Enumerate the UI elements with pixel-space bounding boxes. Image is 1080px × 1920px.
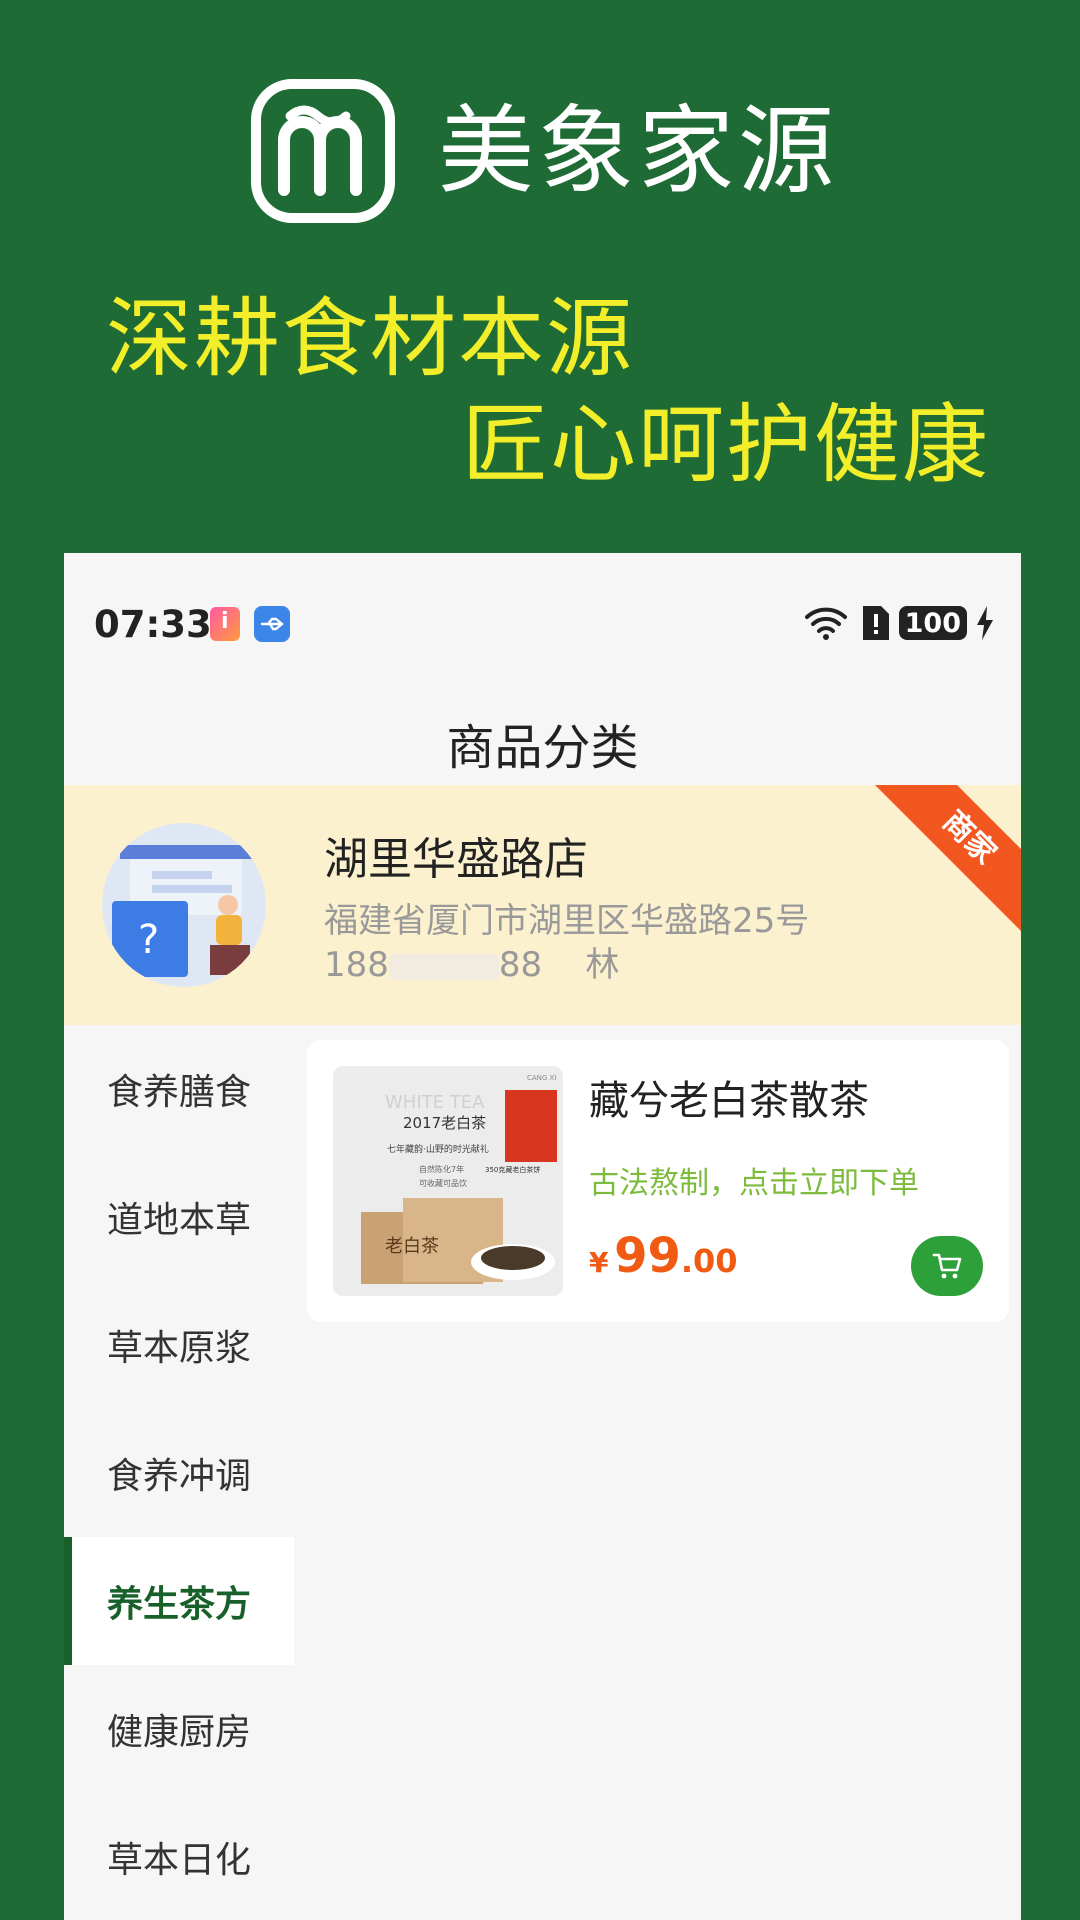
phone-screen: 07:33 100 商品分类 xyxy=(64,553,1021,1920)
category-item[interactable]: 食养膳食 xyxy=(64,1025,294,1153)
category-item[interactable]: 道地本草 xyxy=(64,1153,294,1281)
status-bar: 07:33 100 xyxy=(64,553,1021,693)
store-address: 福建省厦门市湖里区华盛路25号 xyxy=(324,901,810,941)
app-notification-icon xyxy=(210,607,240,641)
slogan-line-2: 匠心呵护健康 xyxy=(462,395,990,495)
category-item[interactable]: 食养冲调 xyxy=(64,1409,294,1537)
store-contact: 林 xyxy=(585,945,620,985)
charging-icon xyxy=(977,606,993,640)
phone-redacted xyxy=(388,953,499,980)
brand-logo-icon xyxy=(251,79,395,223)
store-placeholder-illustration: ? xyxy=(112,845,260,977)
product-card[interactable]: CANG XI WHITE TEA 2017老白茶 七年藏韵·山野的时光献礼 自… xyxy=(307,1040,1009,1322)
status-right-icons: 100 xyxy=(803,605,993,641)
product-price: ¥ 99.00 xyxy=(589,1228,738,1284)
price-integer: 99 xyxy=(614,1228,681,1284)
svg-text:WHITE TEA: WHITE TEA xyxy=(385,1092,485,1113)
battery-level: 100 xyxy=(898,606,967,640)
store-name: 湖里华盛路店 xyxy=(324,834,588,885)
svg-text:350克藏老白茶饼: 350克藏老白茶饼 xyxy=(485,1165,540,1174)
svg-text:?: ? xyxy=(138,917,159,963)
usb-icon xyxy=(254,606,290,642)
svg-text:2017老白茶: 2017老白茶 xyxy=(403,1114,486,1132)
svg-text:CANG XI: CANG XI xyxy=(527,1074,556,1082)
svg-text:自然陈化7年: 自然陈化7年 xyxy=(419,1164,464,1174)
brand-header: 美象家源 xyxy=(250,78,838,224)
merchant-badge: 商家 xyxy=(870,785,1021,937)
category-item-active[interactable]: 养生茶方 xyxy=(64,1537,294,1665)
svg-text:老白茶: 老白茶 xyxy=(385,1236,439,1257)
category-item[interactable]: 健康厨房 xyxy=(64,1665,294,1793)
alert-icon xyxy=(862,606,889,640)
cart-icon xyxy=(932,1253,962,1279)
svg-text:可收藏可品饮: 可收藏可品饮 xyxy=(419,1178,467,1188)
svg-text:七年藏韵·山野的时光献礼: 七年藏韵·山野的时光献礼 xyxy=(387,1143,489,1155)
add-to-cart-button[interactable] xyxy=(911,1236,983,1296)
phone-suffix: 88 xyxy=(498,945,543,985)
price-decimal: .00 xyxy=(680,1242,738,1280)
product-description: 古法熬制，点击立即下单 xyxy=(589,1166,919,1201)
category-item[interactable]: 草本原浆 xyxy=(64,1281,294,1409)
price-currency: ¥ xyxy=(589,1246,609,1279)
product-name[interactable]: 藏兮老白茶散茶 xyxy=(589,1068,869,1126)
phone-prefix: 188 xyxy=(324,945,389,985)
category-item[interactable]: 草本日化 xyxy=(64,1793,294,1920)
store-phone: 188 88 林 xyxy=(324,937,619,986)
category-sidebar: 食养膳食 道地本草 草本原浆 食养冲调 养生茶方 健康厨房 草本日化 xyxy=(64,1025,294,1920)
store-avatar: ? xyxy=(102,823,266,987)
wifi-icon xyxy=(804,607,847,640)
brand-name: 美象家源 xyxy=(438,95,838,207)
slogan-line-1: 深耕食材本源 xyxy=(106,289,634,389)
status-time: 07:33 xyxy=(94,603,212,646)
tea-package-illustration: CANG XI WHITE TEA 2017老白茶 七年藏韵·山野的时光献礼 自… xyxy=(333,1066,563,1296)
product-image[interactable]: CANG XI WHITE TEA 2017老白茶 七年藏韵·山野的时光献礼 自… xyxy=(333,1066,563,1296)
store-card[interactable]: ? 湖里华盛路店 福建省厦门市湖里区华盛路25号 188 88 林 商家 xyxy=(64,785,1021,1025)
